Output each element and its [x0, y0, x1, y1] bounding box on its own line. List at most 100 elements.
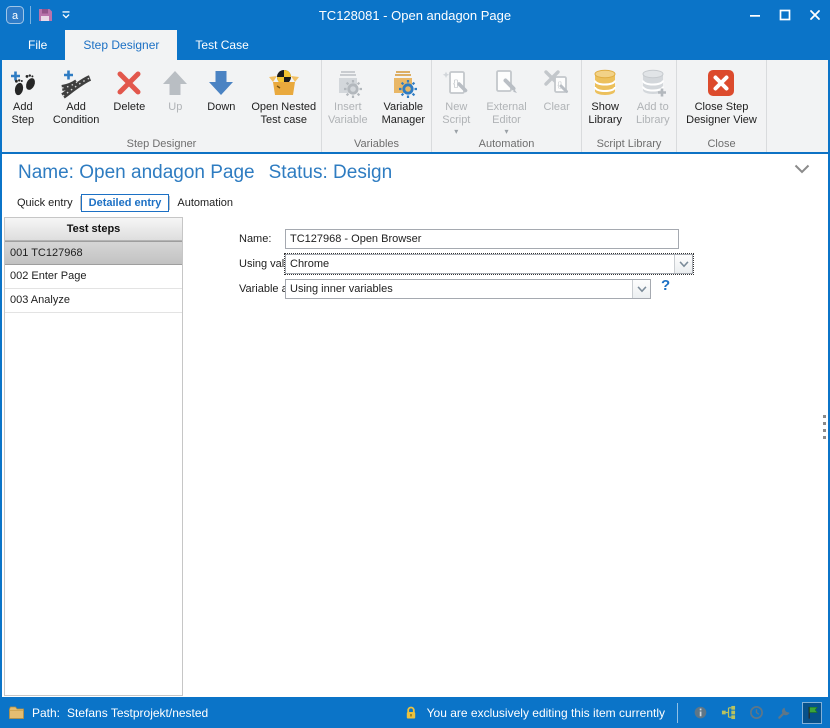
- path-value: Stefans Testprojekt/nested: [67, 706, 208, 720]
- new-script-icon: {}: [440, 67, 472, 99]
- value-set-combobox[interactable]: Chrome: [285, 254, 693, 274]
- group-label-close: Close: [677, 138, 766, 150]
- document-header: Name: Open andagon Page Status: Design: [2, 154, 828, 192]
- close-step-designer-view-button[interactable]: Close StepDesigner View: [679, 65, 764, 129]
- tab-step-designer[interactable]: Step Designer: [65, 30, 177, 60]
- minimize-icon: [748, 8, 762, 22]
- external-editor-dropdown-icon[interactable]: ▾: [504, 128, 508, 136]
- window-title: TC128081 - Open andagon Page: [0, 8, 830, 23]
- hierarchy-icon[interactable]: [718, 702, 738, 724]
- test-step-row[interactable]: 002 Enter Page: [5, 265, 182, 289]
- variable-access-combobox[interactable]: Using inner variables: [285, 279, 651, 299]
- document-status-text: Status: Design: [269, 162, 393, 183]
- delete-icon: [113, 67, 145, 99]
- document-title: Name: Open andagon Page Status: Design: [18, 162, 406, 184]
- name-field-label: Name:: [239, 233, 271, 245]
- up-button[interactable]: Up: [152, 65, 198, 116]
- quick-access-dropdown-icon[interactable]: [59, 8, 73, 22]
- open-nested-testcase-button[interactable]: Open NestedTest case: [244, 65, 323, 129]
- group-label-automation: Automation: [432, 138, 581, 150]
- titlebar-separator: [30, 6, 31, 24]
- window-controls: [740, 0, 830, 30]
- external-editor-button[interactable]: ExternalEditor ▾: [479, 65, 533, 138]
- test-step-row[interactable]: 003 Analyze: [5, 289, 182, 313]
- value-set-selected-value: Chrome: [286, 255, 674, 273]
- lock-message: You are exclusively editing this item cu…: [427, 706, 665, 720]
- ribbon-group-variables: InsertVariable VariableManager: [322, 60, 432, 152]
- folder-icon: [8, 705, 25, 720]
- chevron-down-icon: [679, 261, 689, 268]
- external-editor-icon: [490, 67, 522, 99]
- show-library-button[interactable]: ShowLibrary: [581, 65, 629, 129]
- statusbar: Path: Stefans Testprojekt/nested You are…: [0, 697, 830, 728]
- value-set-dropdown-button[interactable]: [674, 255, 692, 273]
- group-label-script-library: Script Library: [582, 138, 676, 150]
- clear-button[interactable]: {} Clear: [534, 65, 580, 116]
- detailed-entry-panel: Test steps 001 TC127968 002 Enter Page 0…: [2, 214, 828, 697]
- ribbon-group-step-designer: AddStep AddCondition: [2, 60, 322, 152]
- minimize-button[interactable]: [740, 0, 770, 30]
- group-label-variables: Variables: [322, 138, 431, 150]
- maximize-button[interactable]: [770, 0, 800, 30]
- panel-splitter-grip[interactable]: [823, 415, 826, 439]
- insert-variable-icon: [332, 67, 364, 99]
- down-button[interactable]: Down: [198, 65, 244, 116]
- quick-access-toolbar: a: [0, 6, 73, 24]
- name-input[interactable]: [285, 229, 679, 249]
- group-label-step-designer: Step Designer: [2, 138, 321, 150]
- test-steps-header: Test steps: [5, 218, 182, 241]
- collapse-header-icon[interactable]: [794, 164, 810, 174]
- add-condition-icon: [60, 67, 92, 99]
- path-label: Path:: [32, 706, 60, 720]
- statusbar-divider: [677, 703, 678, 723]
- tab-quick-entry[interactable]: Quick entry: [10, 195, 80, 211]
- tab-test-case[interactable]: Test Case: [177, 30, 266, 60]
- app-window: a TC128081 - Open andagon Page: [0, 0, 830, 728]
- show-library-icon: [589, 67, 621, 99]
- app-icon[interactable]: a: [6, 6, 24, 24]
- document-name-text: Name: Open andagon Page: [18, 162, 255, 183]
- delete-button[interactable]: Delete: [106, 65, 152, 116]
- add-to-library-icon: [637, 67, 669, 99]
- new-script-dropdown-icon[interactable]: ▾: [454, 128, 458, 136]
- up-arrow-icon: [159, 67, 191, 99]
- maximize-icon: [778, 8, 792, 22]
- clear-icon: {}: [541, 67, 573, 99]
- chevron-down-icon: [637, 286, 647, 293]
- add-condition-button[interactable]: AddCondition: [46, 65, 106, 129]
- flag-icon[interactable]: [802, 702, 822, 724]
- add-step-icon: [7, 67, 39, 99]
- add-to-library-button[interactable]: Add toLibrary: [629, 65, 677, 129]
- tab-detailed-entry[interactable]: Detailed entry: [81, 194, 170, 212]
- variable-manager-icon: [387, 67, 419, 99]
- tools-icon[interactable]: [774, 702, 794, 724]
- save-icon[interactable]: [37, 7, 53, 23]
- tab-automation[interactable]: Automation: [170, 195, 240, 211]
- variable-access-dropdown-button[interactable]: [632, 280, 650, 298]
- history-icon[interactable]: [746, 702, 766, 724]
- svg-text:a: a: [12, 10, 19, 22]
- entry-tabs: Quick entry Detailed entry Automation: [2, 192, 828, 214]
- variable-access-selected-value: Using inner variables: [286, 280, 632, 298]
- variable-access-help-button[interactable]: ?: [661, 277, 670, 294]
- variable-manager-button[interactable]: VariableManager: [375, 65, 432, 129]
- ribbon-group-automation: {} NewScript ▾ ExternalEditor ▾: [432, 60, 582, 152]
- close-step-designer-icon: [705, 67, 737, 99]
- down-arrow-icon: [205, 67, 237, 99]
- new-script-button[interactable]: {} NewScript ▾: [433, 65, 479, 138]
- ribbon-group-close: Close StepDesigner View Close: [677, 60, 767, 152]
- ribbon-tabbar: File Step Designer Test Case: [0, 30, 830, 60]
- tab-file[interactable]: File: [10, 30, 65, 60]
- info-icon[interactable]: [690, 702, 710, 724]
- open-nested-testcase-icon: [268, 67, 300, 99]
- ribbon: AddStep AddCondition: [2, 60, 828, 154]
- add-step-button[interactable]: AddStep: [0, 65, 46, 129]
- titlebar: a TC128081 - Open andagon Page: [0, 0, 830, 30]
- close-icon: [808, 8, 822, 22]
- test-steps-panel: Test steps 001 TC127968 002 Enter Page 0…: [4, 217, 183, 696]
- close-button[interactable]: [800, 0, 830, 30]
- ribbon-group-script-library: ShowLibrary Add toLibrary Script Library: [582, 60, 677, 152]
- insert-variable-button[interactable]: InsertVariable: [321, 65, 375, 129]
- lock-icon: [403, 705, 419, 720]
- test-step-row[interactable]: 001 TC127968: [5, 241, 182, 265]
